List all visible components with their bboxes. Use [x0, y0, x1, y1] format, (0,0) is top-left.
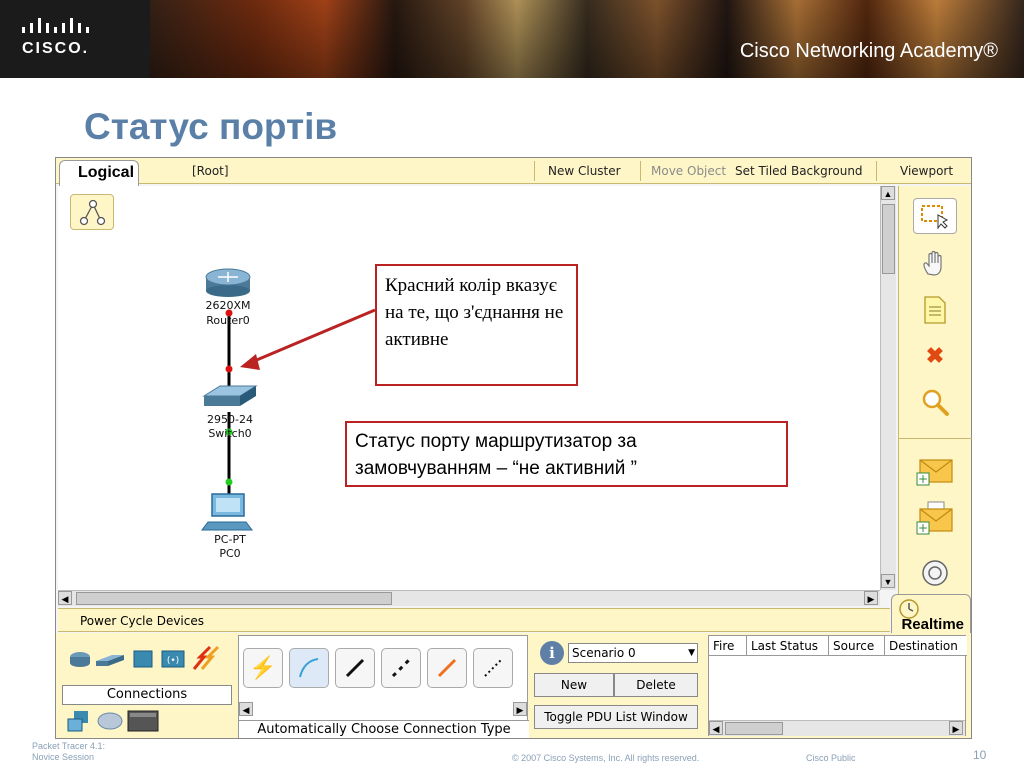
footer-session-line1: Packet Tracer 4.1: [32, 741, 106, 751]
pc-name-label: PC0 [219, 547, 241, 560]
router-port-status-callout: Статус порту маршрутизатор за замовчуван… [345, 421, 788, 487]
footer-page-number: 10 [973, 748, 987, 762]
footer-session: Packet Tracer 4.1: Novice Session [32, 741, 105, 763]
switch-upstream-port-status-light [225, 365, 233, 373]
pc-icon[interactable] [201, 493, 253, 531]
footer-classification: Cisco Public [806, 753, 856, 763]
callout-arrow [240, 308, 376, 370]
switch-model-label: 2950-24 [207, 413, 253, 426]
router-name-label: Router0 [206, 314, 250, 327]
switch-name-label: Switch0 [208, 427, 252, 440]
router-icon[interactable] [205, 268, 251, 297]
router-model-label: 2620XM [205, 299, 251, 312]
switch-icon[interactable] [202, 385, 258, 406]
red-link-callout: Красний колір вказує на те, що з'єднання… [375, 264, 578, 386]
footer-copyright: © 2007 Cisco Systems, Inc. All rights re… [512, 753, 700, 763]
pc-port-status-light [225, 478, 233, 486]
pc-model-label: PC-PT [214, 533, 246, 546]
footer-session-line2: Novice Session [32, 752, 95, 762]
